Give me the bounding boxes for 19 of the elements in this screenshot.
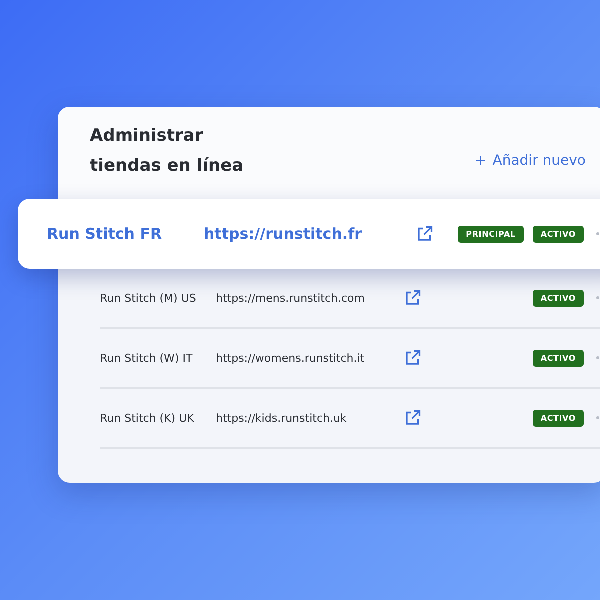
status-badge: ACTIVO (532, 410, 584, 426)
store-url: https://kids.runstitch.uk (216, 412, 348, 424)
store-url: https://mens.runstitch.com (216, 292, 366, 304)
store-row[interactable]: Run Stitch (W) IT https://womens.runstitch.it ACTIVO (100, 329, 600, 389)
store-row[interactable]: Run Stitch (K) UK https://kids.runstitch.uk ACTIVO (100, 389, 600, 449)
store-name: Run Stitch (K) UK (100, 412, 196, 424)
store-name: Run Stitch (W) IT (100, 352, 194, 364)
page-title: Administrar tiendas en línea (90, 125, 245, 178)
store-url: https://womens.runstitch.it (216, 352, 366, 364)
store-name: Run Stitch FR (47, 225, 164, 243)
status-badge: PRINCIPAL (458, 226, 524, 242)
store-row-highlighted[interactable]: Run Stitch FR https://runstitch.fr PRINCIPAL ACTIVO (18, 199, 600, 269)
store-url: https://runstitch.fr (204, 225, 363, 243)
store-row[interactable]: Run Stitch (M) US https://mens.runstitch.com ACTIVO (100, 269, 600, 329)
add-new-button[interactable]: + Añadir nuevo (475, 153, 586, 169)
store-name: Run Stitch (M) US (100, 292, 198, 304)
status-badge: ACTIVO (532, 290, 584, 306)
status-badge: ACTIVO (532, 226, 584, 242)
status-badge: ACTIVO (532, 350, 584, 366)
